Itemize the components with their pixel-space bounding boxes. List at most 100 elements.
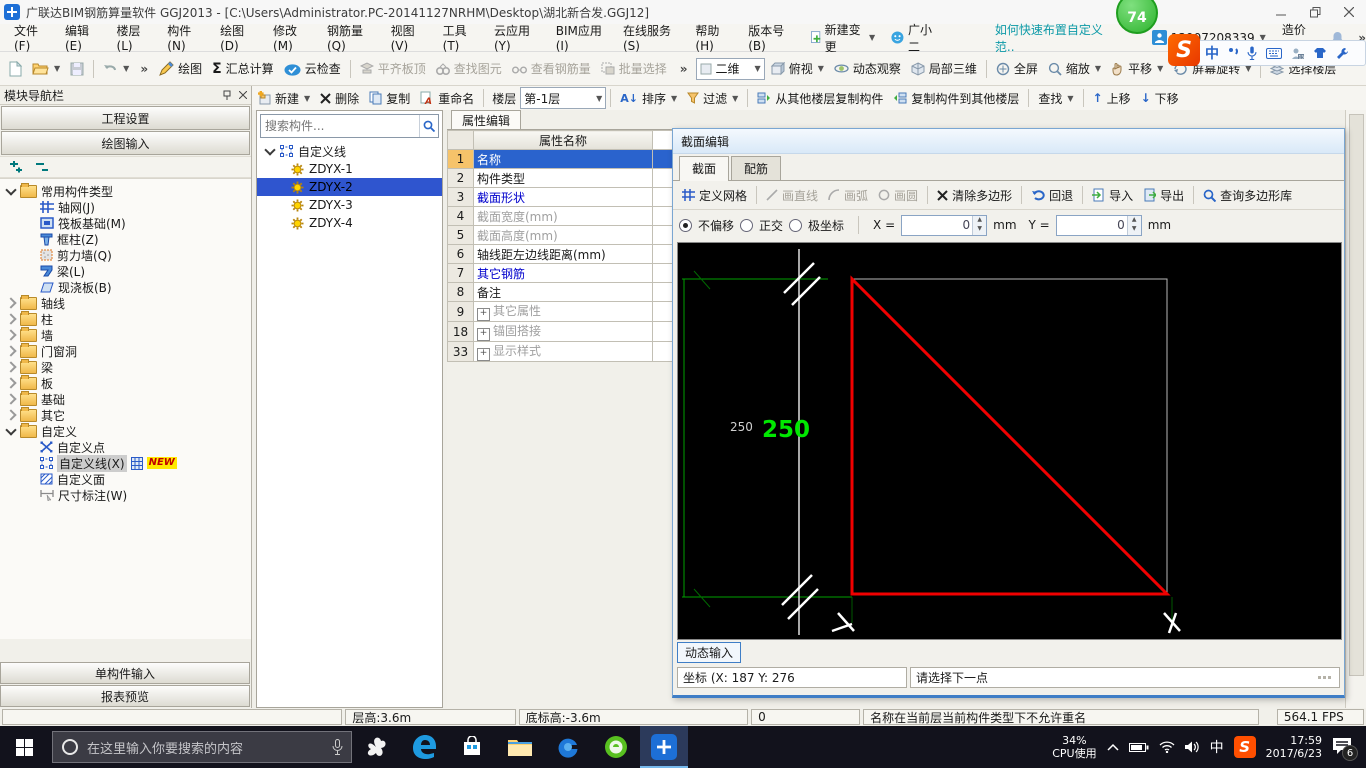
menu-cloud[interactable]: 云应用(Y) [486, 27, 548, 49]
x-spinner[interactable]: ▲▼ [901, 215, 987, 236]
move-up-button[interactable]: ↑上移 [1088, 86, 1136, 110]
wrench-icon[interactable] [1336, 47, 1349, 60]
taskbar-app-green[interactable] [592, 726, 640, 768]
expand-icon[interactable]: + [477, 308, 490, 321]
property-row[interactable]: 18+锚固搭接 [448, 322, 679, 342]
property-row[interactable]: 4截面宽度(mm) [448, 207, 679, 226]
expand-icon[interactable]: + [477, 348, 490, 361]
radio-ortho[interactable] [740, 219, 753, 232]
save-button[interactable] [65, 57, 89, 81]
new-file-button[interactable] [4, 57, 27, 81]
property-row[interactable]: 2构件类型 [448, 169, 679, 188]
cloud-check-button[interactable]: 云检查 [279, 57, 346, 81]
person-icon[interactable]: 15 [1291, 47, 1304, 60]
menu-online[interactable]: 在线服务(S) [615, 27, 687, 49]
tree-folder-slab[interactable]: 板 [0, 375, 251, 391]
tree-folder-opening[interactable]: 门窗洞 [0, 343, 251, 359]
open-file-button[interactable]: ▼ [27, 57, 65, 81]
floor-combo[interactable]: 第-1层▼ [520, 87, 606, 109]
flush-slab-button[interactable]: 平齐板顶 [355, 57, 431, 81]
section-canvas[interactable]: 250 250 [677, 242, 1342, 640]
expand-all-icon[interactable] [8, 161, 24, 174]
new-component-button[interactable]: 新建▼ [252, 86, 315, 110]
keyboard-icon[interactable] [1266, 48, 1282, 59]
component-tree-root[interactable]: 自定义线 [257, 142, 442, 160]
menu-component[interactable]: 构件(N) [159, 27, 212, 49]
taskbar-app-ggj-active[interactable] [640, 726, 688, 768]
pan-button[interactable]: 平移▼ [1106, 57, 1168, 81]
expand-icon[interactable]: + [477, 328, 490, 341]
query-polygon-library-button[interactable]: 查询多边形库 [1198, 183, 1297, 207]
punctuation-icon[interactable] [1228, 47, 1238, 59]
property-row[interactable]: 1名称 [448, 150, 679, 169]
clock[interactable]: 17:592017/6/23 [1266, 734, 1322, 760]
define-grid-button[interactable]: 定义网格 [677, 183, 752, 207]
property-row[interactable]: 3截面形状 [448, 188, 679, 207]
property-row[interactable]: 9+其它属性 [448, 302, 679, 322]
taskbar-search-box[interactable]: 在这里输入你要搜索的内容 [52, 731, 352, 763]
orbit-button[interactable]: 动态观察 [829, 57, 906, 81]
taskbar-app-pinwheel[interactable] [352, 726, 400, 768]
find-element-button[interactable]: 查找图元 [431, 57, 507, 81]
drawing-area-scrollbar[interactable] [1345, 110, 1366, 708]
top-view-button[interactable]: 俯视▼ [765, 57, 829, 81]
taskbar-app-explorer[interactable] [496, 726, 544, 768]
tree-item-dimension[interactable]: 尺寸标注(W) [0, 487, 251, 503]
taskbar-app-store[interactable] [448, 726, 496, 768]
assistant-button[interactable]: 广小二 [883, 27, 947, 49]
radio-polar[interactable] [789, 219, 802, 232]
sogou-logo[interactable]: S [1168, 34, 1200, 66]
import-button[interactable]: 导入 [1087, 183, 1138, 207]
y-input[interactable] [1057, 216, 1127, 235]
copy-to-floor-button[interactable]: 复制构件到其他楼层 [888, 86, 1024, 110]
view-mode-combo[interactable]: 二维▼ [696, 58, 765, 80]
tree-item-custom-point[interactable]: 自定义点 [0, 439, 251, 455]
copy-from-floor-button[interactable]: 从其他楼层复制构件 [752, 86, 888, 110]
rename-button[interactable]: A重命名 [415, 86, 479, 110]
draw-arc-button[interactable]: 画弧 [823, 183, 873, 207]
view-rebar-button[interactable]: 查看钢筋量 [507, 57, 596, 81]
menu-modify[interactable]: 修改(M) [265, 27, 319, 49]
notification-icon[interactable]: 6 [1332, 735, 1356, 759]
tree-item-axis-grid[interactable]: 轴网(J) [0, 199, 251, 215]
wifi-icon[interactable] [1159, 741, 1175, 753]
property-row[interactable]: 5截面高度(mm) [448, 226, 679, 245]
pin-icon[interactable] [223, 90, 231, 101]
menu-help[interactable]: 帮助(H) [687, 27, 740, 49]
report-preview-button[interactable]: 报表预览 [0, 685, 250, 707]
speaker-icon[interactable] [1185, 741, 1200, 753]
single-component-input-button[interactable]: 单构件输入 [0, 662, 250, 684]
tab-rebar[interactable]: 配筋 [731, 156, 781, 180]
toolbar-overflow-icon[interactable]: » [680, 62, 688, 76]
taskbar-app-edge[interactable] [400, 726, 448, 768]
search-component-input[interactable] [261, 115, 419, 137]
tree-item-custom-line[interactable]: 自定义线(X) NEW [0, 455, 251, 471]
tree-folder-column[interactable]: 柱 [0, 311, 251, 327]
undo-step-button[interactable]: 回退 [1026, 183, 1078, 207]
menu-draw[interactable]: 绘图(D) [212, 27, 265, 49]
tree-item-common-types[interactable]: 常用构件类型 [0, 183, 251, 199]
menu-file[interactable]: 文件(F) [6, 27, 57, 49]
start-button[interactable] [0, 726, 48, 768]
menu-bim[interactable]: BIM应用(I) [548, 27, 615, 49]
property-row[interactable]: 7其它钢筋 [448, 264, 679, 283]
menu-tools[interactable]: 工具(T) [435, 27, 486, 49]
component-item[interactable]: ZDYX-4 [257, 214, 442, 232]
project-settings-button[interactable]: 工程设置 [1, 106, 250, 130]
sogou-tray-icon[interactable]: S [1234, 736, 1256, 758]
filter-button[interactable]: 过滤▼ [682, 86, 743, 110]
tree-item-beam[interactable]: 梁(L) [0, 263, 251, 279]
batch-select-button[interactable]: 批量选择 [596, 57, 672, 81]
y-spinner[interactable]: ▲▼ [1056, 215, 1142, 236]
clear-polygon-button[interactable]: 清除多边形 [932, 183, 1017, 207]
close-panel-icon[interactable] [239, 91, 247, 99]
full-screen-button[interactable]: 全屏 [991, 57, 1043, 81]
search-icon[interactable] [419, 115, 438, 137]
menu-edit[interactable]: 编辑(E) [57, 27, 109, 49]
property-row[interactable]: 8备注 [448, 283, 679, 302]
tree-item-custom-face[interactable]: 自定义面 [0, 471, 251, 487]
copy-button[interactable]: 复制 [364, 86, 415, 110]
zoom-button[interactable]: 缩放▼ [1043, 57, 1106, 81]
export-button[interactable]: 导出 [1138, 183, 1189, 207]
skin-tshirt-icon[interactable] [1313, 47, 1327, 59]
